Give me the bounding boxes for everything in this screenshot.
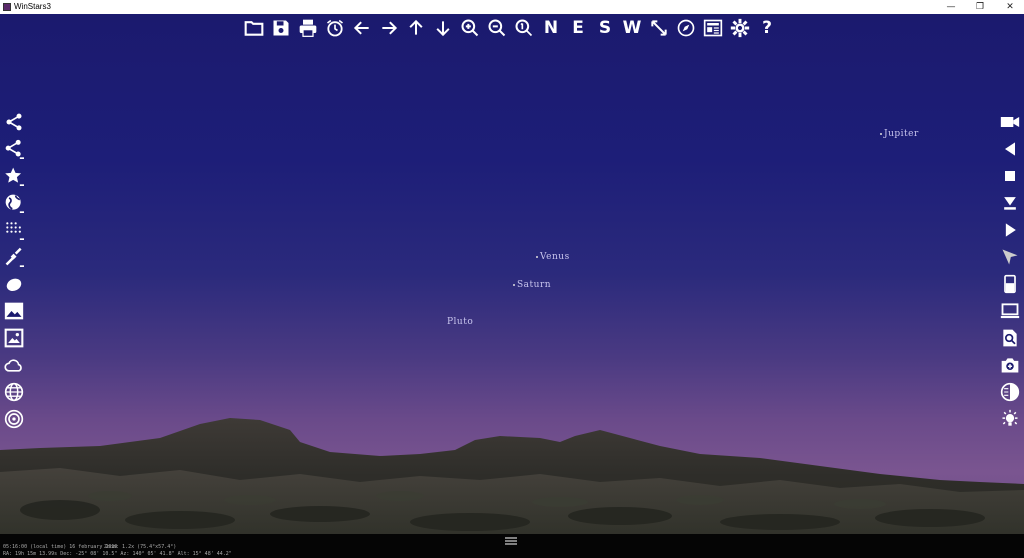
search-object-button[interactable]	[998, 326, 1022, 350]
image-icon	[4, 302, 24, 320]
reverse-button[interactable]	[998, 137, 1022, 161]
camera-icon	[1001, 358, 1019, 373]
compass-icon	[677, 19, 695, 37]
video-camera-icon	[1000, 117, 1020, 127]
play-button[interactable]	[998, 218, 1022, 242]
search-document-icon	[1003, 329, 1017, 347]
alarm-clock-icon	[327, 19, 343, 37]
stop-button[interactable]	[998, 164, 1022, 188]
satellites-button[interactable]	[2, 245, 26, 269]
arrow-right-icon	[382, 21, 398, 35]
planet-label-venus[interactable]: Venus	[536, 252, 570, 262]
arrow-down-icon	[436, 21, 450, 37]
asteroids-button[interactable]	[2, 272, 26, 296]
fullscreen-button[interactable]	[647, 16, 671, 40]
arrow-up-icon	[409, 19, 423, 35]
play-icon	[1005, 223, 1016, 237]
arrow-left-button[interactable]	[350, 16, 374, 40]
planet-label-jupiter[interactable]: Jupiter	[880, 129, 919, 139]
earth-button[interactable]	[2, 191, 26, 215]
help-button[interactable]: ?	[755, 16, 779, 40]
globe-icon	[5, 194, 24, 213]
play-reverse-icon	[1005, 142, 1015, 156]
share-icon	[6, 113, 22, 131]
zoom-out-icon	[488, 19, 506, 37]
record-video-button[interactable]	[998, 110, 1022, 134]
print-button[interactable]	[296, 16, 320, 40]
share-icon	[5, 139, 24, 159]
step-button[interactable]	[998, 191, 1022, 215]
picture-icon	[4, 328, 24, 348]
constellation-lines-button[interactable]	[2, 110, 26, 134]
pointer-button[interactable]	[998, 245, 1022, 269]
horizon-landscape	[0, 418, 1024, 534]
save-button[interactable]	[269, 16, 293, 40]
gear-icon	[730, 18, 750, 38]
status-bar: 05:16:00 (local time) 16 february 2019 Z…	[0, 534, 1024, 558]
cursor-arrow-icon	[1002, 249, 1018, 265]
arrow-left-icon	[353, 21, 369, 35]
newspaper-icon	[703, 19, 723, 37]
laptop-icon	[1000, 303, 1020, 319]
north-button[interactable]: N	[539, 16, 563, 40]
stars-button[interactable]	[2, 164, 26, 188]
zoom-out-button[interactable]	[485, 16, 509, 40]
question-mark-icon: ?	[762, 18, 772, 38]
grid-button[interactable]	[2, 380, 26, 404]
settings-button[interactable]	[728, 16, 752, 40]
status-coordinates: RA: 19h 15m 13.99s Dec: -25° 08' 10.5" A…	[3, 551, 232, 557]
restore-button[interactable]: ❐	[973, 1, 987, 13]
screenshot-button[interactable]	[998, 353, 1022, 377]
constellation-options-button[interactable]	[2, 137, 26, 161]
window-title: WinStars3	[14, 2, 51, 11]
printer-icon	[299, 19, 317, 37]
status-zoom: Zoom: 1.2x (75.4°x57.4°)	[104, 544, 177, 550]
asteroid-icon	[6, 278, 22, 291]
compass-button[interactable]	[674, 16, 698, 40]
star-icon	[5, 167, 24, 186]
deep-sky-button[interactable]	[2, 218, 26, 242]
close-button[interactable]: ✕	[1003, 1, 1017, 13]
star-cluster-icon	[6, 222, 24, 240]
cloud-icon	[4, 359, 22, 372]
planet-label-saturn[interactable]: Saturn	[513, 280, 551, 290]
contrast-icon	[1000, 382, 1020, 402]
arrow-up-button[interactable]	[404, 16, 428, 40]
news-button[interactable]	[701, 16, 725, 40]
photos-button[interactable]	[2, 326, 26, 350]
minimize-button[interactable]: —	[944, 1, 958, 13]
landscape-button[interactable]	[2, 299, 26, 323]
screen-button[interactable]	[998, 299, 1022, 323]
grid-globe-icon	[4, 382, 24, 402]
arrow-down-button[interactable]	[431, 16, 455, 40]
contrast-button[interactable]	[998, 380, 1022, 404]
step-down-icon	[1004, 197, 1016, 210]
open-folder-button[interactable]	[242, 16, 266, 40]
arrow-right-button[interactable]	[377, 16, 401, 40]
east-button[interactable]: E	[566, 16, 590, 40]
planet-label-pluto[interactable]: Pluto	[447, 317, 473, 327]
zoom-reset-icon	[515, 19, 533, 37]
zoom-in-icon	[461, 19, 479, 37]
west-button[interactable]: W	[620, 16, 644, 40]
satellite-icon	[5, 247, 24, 267]
zoom-reset-button[interactable]	[512, 16, 536, 40]
phone-button[interactable]	[998, 272, 1022, 296]
atmosphere-button[interactable]	[2, 353, 26, 377]
expand-icon	[651, 20, 667, 36]
folder-icon	[244, 21, 264, 36]
zoom-in-button[interactable]	[458, 16, 482, 40]
south-button[interactable]: S	[593, 16, 617, 40]
stop-icon	[1005, 171, 1015, 181]
alarm-button[interactable]	[323, 16, 347, 40]
menu-handle-icon[interactable]	[505, 537, 517, 545]
phone-icon	[1004, 274, 1016, 294]
app-icon	[3, 3, 11, 11]
title-bar: WinStars3 — ❐ ✕	[0, 0, 1024, 14]
status-time: 05:16:00 (local time) 16 february 2019	[3, 544, 118, 550]
save-icon	[273, 20, 289, 36]
